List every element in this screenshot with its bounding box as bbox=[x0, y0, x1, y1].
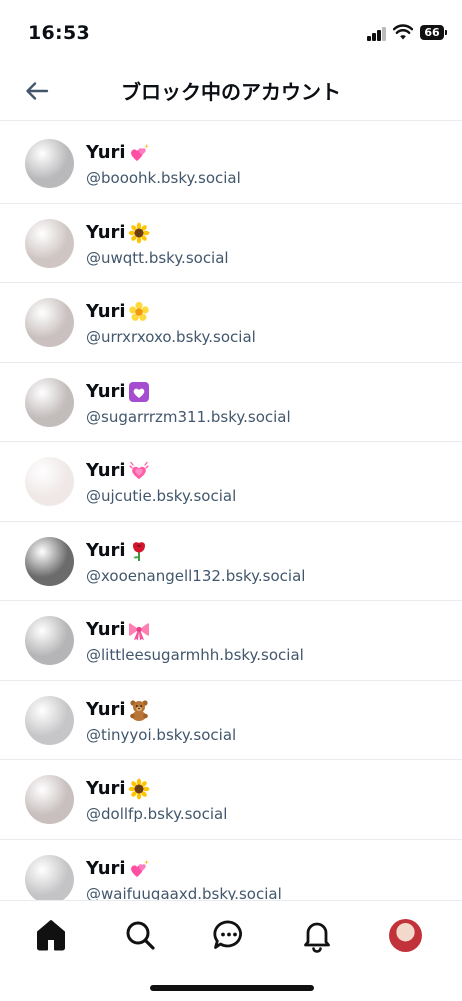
account-handle: @sugarrrzm311.bsky.social bbox=[86, 407, 291, 426]
avatar[interactable] bbox=[25, 616, 74, 665]
rose-icon bbox=[128, 540, 150, 562]
display-name: Yuri bbox=[86, 301, 126, 322]
home-icon bbox=[37, 920, 65, 951]
heart-box-icon bbox=[128, 381, 150, 403]
account-handle: @dollfp.bsky.social bbox=[86, 805, 228, 823]
heart-sparkle-icon bbox=[128, 142, 150, 164]
avatar[interactable] bbox=[25, 298, 74, 347]
bell-icon bbox=[304, 922, 330, 953]
display-name: Yuri bbox=[86, 619, 126, 640]
avatar[interactable] bbox=[25, 536, 74, 586]
teddy-bear-icon bbox=[128, 699, 150, 721]
display-name: Yuri bbox=[86, 698, 126, 720]
account-handle: @booohk.bsky.social bbox=[86, 169, 241, 187]
account-row[interactable]: Yuri @ujcutie.bsky.social bbox=[0, 442, 462, 522]
account-row[interactable]: Yuri @dollfp.bsky.social bbox=[0, 760, 462, 840]
account-handle: @xooenangell132.bsky.social bbox=[86, 566, 306, 585]
account-row[interactable]: Yuri @booohk.bsky.social bbox=[0, 124, 462, 204]
battery-indicator: 66 bbox=[420, 25, 447, 40]
account-handle: @littleesugarmhh.bsky.social bbox=[86, 646, 304, 664]
avatar[interactable] bbox=[25, 218, 74, 268]
sunflower-icon bbox=[128, 222, 150, 244]
avatar[interactable] bbox=[25, 695, 74, 745]
chat-tab[interactable] bbox=[209, 915, 249, 955]
blossom-icon bbox=[128, 301, 150, 323]
avatar[interactable] bbox=[25, 775, 74, 824]
display-name: Yuri bbox=[86, 539, 126, 561]
account-handle: @uwqtt.bsky.social bbox=[86, 248, 229, 267]
avatar[interactable] bbox=[25, 854, 74, 900]
heart-sparkle-icon bbox=[128, 858, 150, 880]
account-row[interactable]: Yuri @littleesugarmhh.bsky.social bbox=[0, 601, 462, 681]
chat-icon bbox=[213, 920, 242, 949]
display-name: Yuri bbox=[86, 221, 126, 243]
account-row[interactable]: Yuri @sugarrrzm311.bsky.social bbox=[0, 363, 462, 442]
account-row[interactable]: Yuri @tinyyoi.bsky.social bbox=[0, 681, 462, 760]
display-name: Yuri bbox=[86, 778, 126, 799]
avatar[interactable] bbox=[25, 377, 74, 427]
status-bar: 16:53 66 bbox=[0, 0, 462, 64]
account-handle: @waifuugaaxd.bsky.social bbox=[86, 884, 282, 901]
profile-avatar[interactable] bbox=[389, 919, 422, 952]
account-row[interactable]: Yuri @urrxrxoxo.bsky.social bbox=[0, 283, 462, 363]
status-time: 16:53 bbox=[28, 22, 90, 44]
wifi-icon bbox=[393, 24, 413, 40]
display-name: Yuri bbox=[86, 857, 126, 879]
account-handle: @urrxrxoxo.bsky.social bbox=[86, 328, 256, 346]
display-name: Yuri bbox=[86, 142, 126, 163]
search-icon bbox=[126, 921, 155, 950]
account-row[interactable]: Yuri @uwqtt.bsky.social bbox=[0, 204, 462, 283]
ribbon-icon bbox=[128, 619, 150, 641]
display-name: Yuri bbox=[86, 460, 126, 481]
account-handle: @tinyyoi.bsky.social bbox=[86, 725, 237, 744]
home-tab[interactable] bbox=[31, 915, 71, 955]
home-indicator bbox=[150, 985, 314, 991]
account-row[interactable]: Yuri @waifuugaaxd.bsky.social bbox=[0, 840, 462, 901]
avatar[interactable] bbox=[25, 457, 74, 506]
notifications-tab[interactable] bbox=[297, 915, 337, 955]
blocked-accounts-list: Yuri @booohk.bsky.social Yuri @uwqtt.bsk… bbox=[0, 124, 462, 900]
search-tab[interactable] bbox=[120, 915, 160, 955]
page-title: ブロック中のアカウント bbox=[121, 80, 341, 104]
avatar[interactable] bbox=[25, 139, 74, 188]
cellular-signal-icon bbox=[367, 27, 387, 41]
account-handle: @ujcutie.bsky.social bbox=[86, 487, 237, 505]
display-name: Yuri bbox=[86, 380, 126, 402]
sunflower-icon bbox=[128, 778, 150, 800]
growing-heart-icon bbox=[128, 460, 150, 482]
page-header: ブロック中のアカウント bbox=[0, 64, 462, 121]
account-row[interactable]: Yuri @xooenangell132.bsky.social bbox=[0, 522, 462, 601]
